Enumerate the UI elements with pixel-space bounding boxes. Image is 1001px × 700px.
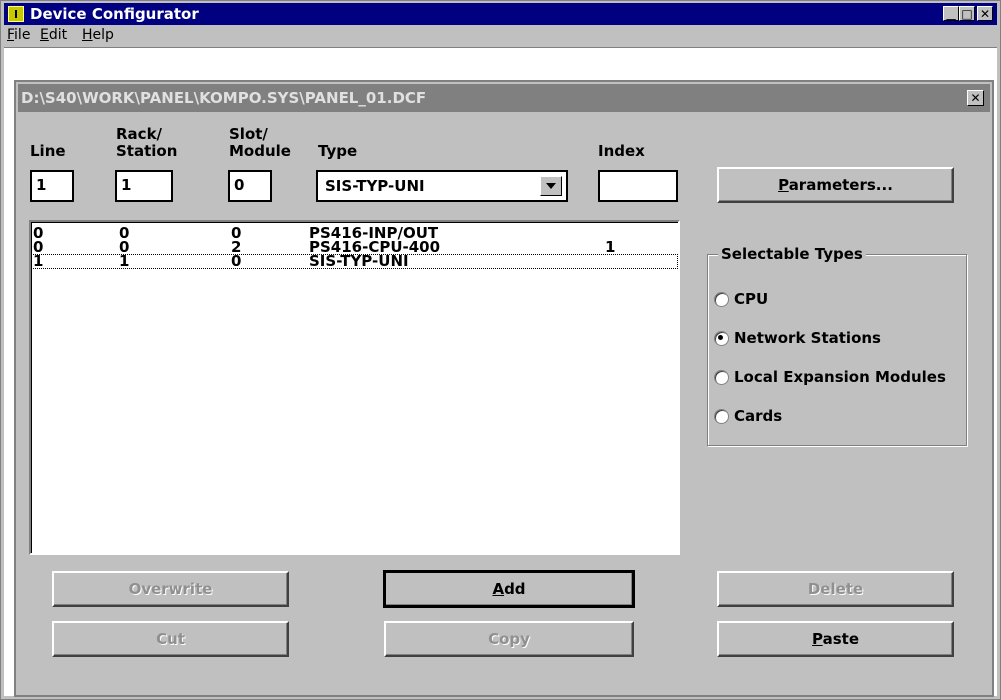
overwrite-button[interactable]: Overwrite [52,571,289,607]
cell-rack: 1 [119,252,130,270]
radio-option[interactable]: Network Stations [714,329,966,347]
menu-file[interactable]: File [7,27,30,43]
radio-label: Network Stations [734,329,881,347]
paste-button[interactable]: Paste [717,621,954,657]
radio-button-icon[interactable] [714,291,729,307]
header-index: Index [598,142,645,160]
parameters-label: Parameters... [778,176,893,194]
header-slot: Slot/Module [229,125,291,160]
menu-help[interactable]: Help [82,27,114,43]
parameters-button[interactable]: Parameters... [717,167,954,203]
cut-button[interactable]: Cut [52,621,289,657]
table-row[interactable]: 1 1 0 SIS-TYP-UNI [31,254,678,269]
close-icon[interactable]: ✕ [977,6,993,21]
radio-button-icon[interactable] [714,369,729,385]
delete-button[interactable]: Delete [717,571,954,607]
add-button[interactable]: Add [383,570,635,608]
menu-edit[interactable]: Edit [40,27,67,43]
dropdown-arrow-icon[interactable] [540,176,562,196]
copy-button[interactable]: Copy [384,621,634,657]
cell-slot: 0 [231,252,242,270]
radio-option[interactable]: Cards [714,407,966,425]
device-list[interactable]: 0 0 0 PS416-INP/OUT 0 0 2 PS416-CPU-400 1 1 1 0 SIS-… [29,220,680,555]
slot-input[interactable]: 0 [228,170,272,202]
radio-button-icon[interactable] [714,330,729,346]
rack-input[interactable]: 1 [115,170,173,202]
cell-line: 1 [33,252,44,270]
header-line: Line [30,142,66,160]
child-title: D:\S40\WORK\PANEL\KOMPO.SYS\PANEL_01.DCF [21,89,427,107]
selectable-types-title: Selectable Types [718,245,866,263]
minimize-icon[interactable]: ▁ [943,6,959,21]
radio-option[interactable]: CPU [714,290,966,308]
line-input[interactable]: 1 [30,170,74,202]
index-input[interactable] [598,170,678,202]
title-bar[interactable]: Device Configurator ▁ □ ✕ [4,3,997,25]
radio-label: Cards [734,407,783,425]
cell-type: SIS-TYP-UNI [309,252,409,270]
radio-label: CPU [734,290,769,308]
radio-button-icon[interactable] [714,408,729,424]
type-select-value: SIS-TYP-UNI [325,177,425,195]
radio-option[interactable]: Local Expansion Modules [714,368,966,386]
header-type: Type [318,142,358,160]
header-rack: Rack/Station [116,125,178,160]
child-title-bar[interactable]: D:\S40\WORK\PANEL\KOMPO.SYS\PANEL_01.DCF… [18,84,990,112]
cell-index: 1 [605,238,616,256]
child-close-icon[interactable]: ✕ [967,90,984,106]
maximize-icon[interactable]: □ [959,6,975,21]
menu-bar: File Edit Help [4,25,997,47]
radio-label: Local Expansion Modules [734,368,946,386]
type-select[interactable]: SIS-TYP-UNI [316,170,568,202]
app-icon[interactable] [8,6,24,22]
window-title: Device Configurator [30,5,199,23]
